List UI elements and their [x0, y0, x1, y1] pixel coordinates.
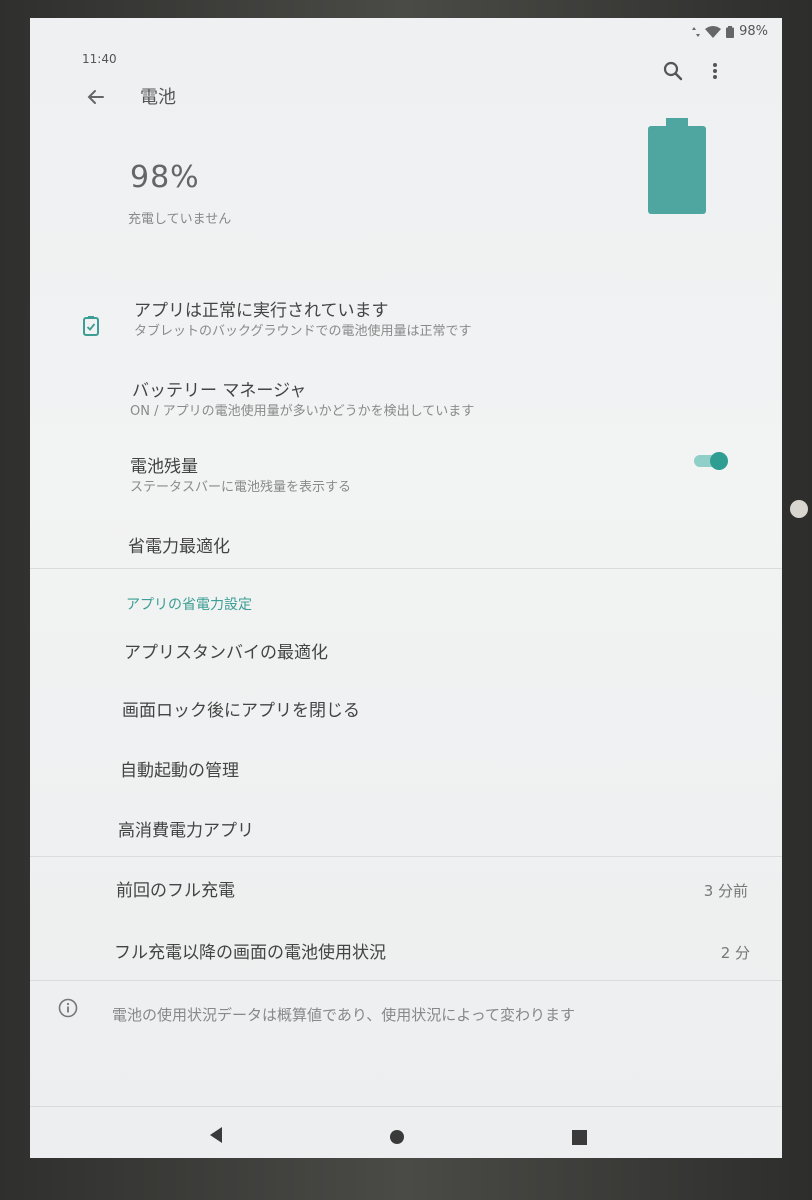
last-full-charge-item[interactable]: 前回のフル充電 3 分前: [30, 870, 782, 914]
more-vert-icon: [713, 63, 717, 79]
screen-usage-since-full-charge-item[interactable]: フル充電以降の画面の電池使用状況 2 分: [30, 932, 782, 976]
item-title: アプリスタンバイの最適化: [124, 643, 328, 663]
status-bar: 11:40 98%: [30, 18, 782, 66]
item-subtitle: ステータスバーに電池残量を表示する: [130, 480, 352, 495]
divider: [30, 980, 782, 981]
close-apps-after-lock-item[interactable]: 画面ロック後にアプリを閉じる: [30, 690, 782, 734]
item-value: 3 分前: [703, 882, 748, 900]
autostart-management-item[interactable]: 自動起動の管理: [30, 750, 782, 794]
power-saving-optimization-item[interactable]: 省電力最適化: [30, 524, 782, 568]
nav-recents-button[interactable]: [572, 1130, 587, 1145]
item-title: 自動起動の管理: [120, 761, 239, 781]
divider: [30, 568, 782, 569]
item-title: アプリは正常に実行されています: [134, 301, 389, 321]
triangle-back-icon: [210, 1127, 222, 1143]
item-title: 高消費電力アプリ: [118, 821, 254, 841]
nav-home-button[interactable]: [390, 1130, 404, 1144]
battery-manager-item[interactable]: バッテリー マネージャ ON / アプリの電池使用量が多いかどうかを検出していま…: [30, 368, 782, 432]
arrow-left-icon: [87, 90, 104, 104]
wifi-icon: [705, 25, 722, 38]
app-standby-optimization-item[interactable]: アプリスタンバイの最適化: [30, 630, 782, 674]
item-title: フル充電以降の画面の電池使用状況: [114, 943, 386, 963]
status-time: 11:40: [82, 52, 117, 66]
section-header: アプリの省電力設定: [126, 597, 252, 613]
battery-level-item[interactable]: 電池残量 ステータスバーに電池残量を表示する: [30, 446, 782, 510]
battery-status-icon: [726, 25, 735, 38]
toggle-thumb: [710, 452, 728, 470]
battery-percent: 98%: [130, 160, 200, 195]
divider: [30, 856, 782, 857]
high-power-apps-item[interactable]: 高消費電力アプリ: [30, 810, 782, 854]
nav-back-button[interactable]: [208, 1126, 224, 1148]
item-title: 電池残量: [130, 457, 198, 477]
back-button[interactable]: [82, 83, 110, 111]
status-battery-percent: 98%: [739, 24, 768, 39]
divider: [30, 1106, 782, 1107]
item-title: 前回のフル充電: [116, 881, 235, 901]
battery-level-toggle[interactable]: [692, 452, 728, 470]
item-subtitle: ON / アプリの電池使用量が多いかどうかを検出しています: [130, 404, 475, 419]
page-title: 電池: [140, 87, 176, 108]
apps-running-normally-item[interactable]: アプリは正常に実行されています タブレットのバックグラウンドでの電池使用量は正常…: [30, 288, 782, 352]
usage-data-note: 電池の使用状況データは概算値であり、使用状況によって変わります: [112, 1006, 576, 1024]
status-icons: 98%: [692, 24, 768, 39]
battery-settings-screen: 11:40 98% 電池 98% 充電していません アプリは正常に実行されていま…: [30, 18, 782, 1158]
more-options-button[interactable]: [708, 58, 722, 84]
search-icon: [663, 61, 683, 81]
item-subtitle: タブレットのバックグラウンドでの電池使用量は正常です: [134, 324, 472, 339]
info-icon: [58, 998, 78, 1018]
item-title: バッテリー マネージャ: [132, 381, 307, 401]
front-camera: [790, 500, 808, 518]
charging-status: 充電していません: [128, 212, 232, 227]
search-button[interactable]: [660, 58, 686, 84]
battery-check-icon: [82, 316, 100, 336]
item-title: 省電力最適化: [128, 537, 230, 557]
battery-icon: [648, 118, 706, 214]
data-arrows-icon: [692, 26, 701, 37]
item-title: 画面ロック後にアプリを閉じる: [122, 701, 360, 721]
navigation-bar: [30, 1108, 782, 1158]
item-value: 2 分: [720, 944, 750, 962]
